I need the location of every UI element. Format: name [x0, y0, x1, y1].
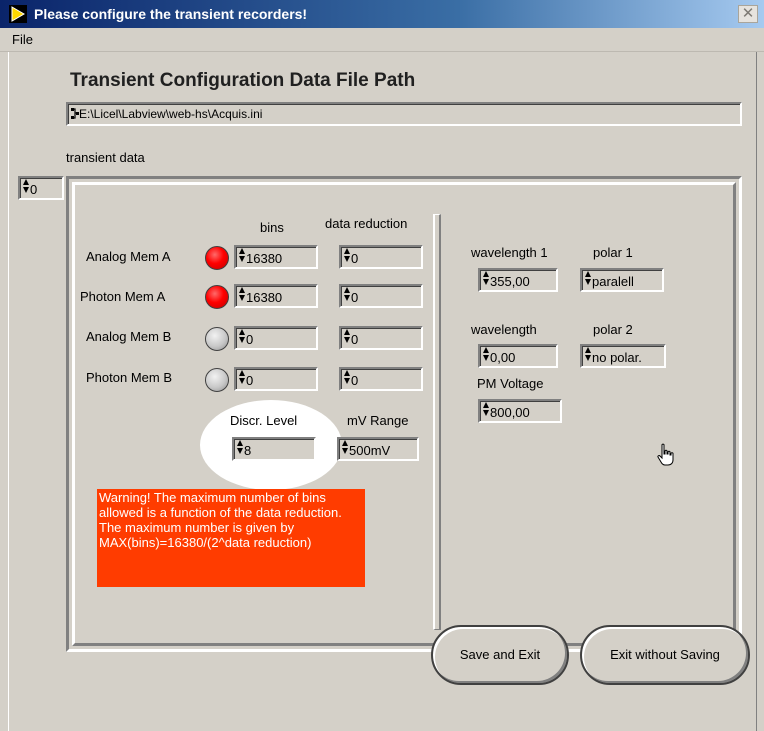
spinner-icon[interactable] — [343, 247, 351, 263]
spinner-icon[interactable] — [343, 369, 351, 385]
file-path-text: E:\Licel\Labview\web-hs\Acquis.ini — [79, 107, 263, 121]
data-reduction-value: 0 — [351, 290, 359, 305]
polar2-label: polar 2 — [593, 322, 633, 337]
window-left-border — [0, 52, 9, 731]
close-icon: ✕ — [741, 5, 755, 22]
spinner-icon[interactable] — [482, 401, 490, 417]
channel-label-photon-a: Photon Mem A — [80, 289, 166, 304]
window-right-border — [756, 52, 764, 731]
bins-field-analog-b[interactable]: 0 — [234, 326, 318, 350]
menu-bar: File — [0, 28, 764, 52]
channel-led-photon-a[interactable] — [205, 285, 229, 309]
spinner-icon[interactable] — [343, 328, 351, 344]
spinner-icon[interactable] — [238, 328, 246, 344]
data-reduction-field-analog-a[interactable]: 0 — [339, 245, 423, 269]
channel-label-analog-b: Analog Mem B — [86, 329, 172, 344]
transient-data-label: transient data — [66, 150, 145, 165]
exit-without-saving-button[interactable]: Exit without Saving — [580, 625, 750, 685]
bins-value: 16380 — [246, 251, 283, 266]
polar1-select[interactable]: paralell — [580, 268, 664, 292]
bins-value: 0 — [246, 373, 254, 388]
channel-label-photon-b: Photon Mem B — [86, 370, 172, 385]
data-reduction-field-photon-b[interactable]: 0 — [339, 367, 423, 391]
spinner-icon[interactable] — [482, 346, 490, 362]
title-bar: Please configure the transient recorders… — [0, 0, 764, 28]
spinner-icon[interactable] — [584, 346, 592, 362]
discr-level-label: Discr. Level — [230, 413, 298, 428]
wavelength1-value: 355,00 — [490, 274, 530, 289]
path-icon — [71, 108, 79, 119]
hand-cursor-icon — [657, 443, 674, 466]
data-reduction-value: 0 — [351, 332, 359, 347]
file-path-value: E:\Licel\Labview\web-hs\Acquis.ini — [71, 106, 262, 122]
spinner-icon[interactable] — [238, 369, 246, 385]
discr-level-value: 8 — [244, 443, 252, 458]
mv-range-label: mV Range — [347, 413, 409, 428]
labview-app-icon — [9, 5, 27, 23]
page-title: Transient Configuration Data File Path — [70, 70, 416, 91]
data-reduction-field-photon-a[interactable]: 0 — [339, 284, 423, 308]
spinner-icon[interactable] — [22, 178, 30, 194]
polar2-select[interactable]: no polar. — [580, 344, 666, 368]
polar1-label: polar 1 — [593, 245, 633, 260]
data-reduction-value: 0 — [351, 373, 359, 388]
mv-range-value: 500mV — [349, 443, 391, 458]
bins-header: bins — [260, 220, 284, 235]
spinner-icon[interactable] — [343, 286, 351, 302]
bins-value: 0 — [246, 332, 254, 347]
pm-voltage-field[interactable]: 800,00 — [478, 399, 562, 423]
wavelength1-label: wavelength 1 — [471, 245, 548, 260]
channel-led-analog-a[interactable] — [205, 246, 229, 270]
discr-level-field[interactable]: 8 — [232, 437, 316, 461]
data-reduction-value: 0 — [351, 251, 359, 266]
channel-label-analog-a: Analog Mem A — [86, 249, 171, 264]
polar2-value: no polar. — [592, 350, 642, 365]
data-reduction-field-analog-b[interactable]: 0 — [339, 326, 423, 350]
bins-field-photon-a[interactable]: 16380 — [234, 284, 318, 308]
polar1-value: paralell — [592, 274, 634, 289]
save-and-exit-button[interactable]: Save and Exit — [431, 625, 569, 685]
channel-led-photon-b[interactable] — [205, 368, 229, 392]
spinner-icon[interactable] — [236, 439, 244, 455]
spinner-icon[interactable] — [238, 286, 246, 302]
bins-value: 16380 — [246, 290, 283, 305]
pm-voltage-value: 800,00 — [490, 405, 530, 420]
array-index-control[interactable]: 0 — [18, 176, 64, 200]
data-reduction-header: data reduction — [325, 216, 408, 231]
channel-led-analog-b[interactable] — [205, 327, 229, 351]
array-index-value: 0 — [30, 182, 38, 197]
wavelength2-value: 0,00 — [490, 350, 516, 365]
bins-field-photon-b[interactable]: 0 — [234, 367, 318, 391]
pm-voltage-label: PM Voltage — [477, 376, 544, 391]
close-button[interactable]: ✕ — [738, 5, 758, 23]
spinner-icon[interactable] — [584, 270, 592, 286]
wavelength2-label: wavelength — [471, 322, 537, 337]
file-path-field[interactable]: E:\Licel\Labview\web-hs\Acquis.ini — [66, 102, 742, 126]
wavelength1-field[interactable]: 355,00 — [478, 268, 558, 292]
window-title: Please configure the transient recorders… — [34, 6, 308, 22]
wavelength2-field[interactable]: 0,00 — [478, 344, 558, 368]
warning-message: Warning! The maximum number of bins allo… — [97, 489, 365, 587]
bins-field-analog-a[interactable]: 16380 — [234, 245, 318, 269]
panel-divider — [433, 214, 441, 630]
spinner-icon[interactable] — [238, 247, 246, 263]
spinner-icon[interactable] — [482, 270, 490, 286]
mv-range-select[interactable]: 500mV — [337, 437, 419, 461]
spinner-icon[interactable] — [341, 439, 349, 455]
menu-file[interactable]: File — [12, 32, 33, 48]
